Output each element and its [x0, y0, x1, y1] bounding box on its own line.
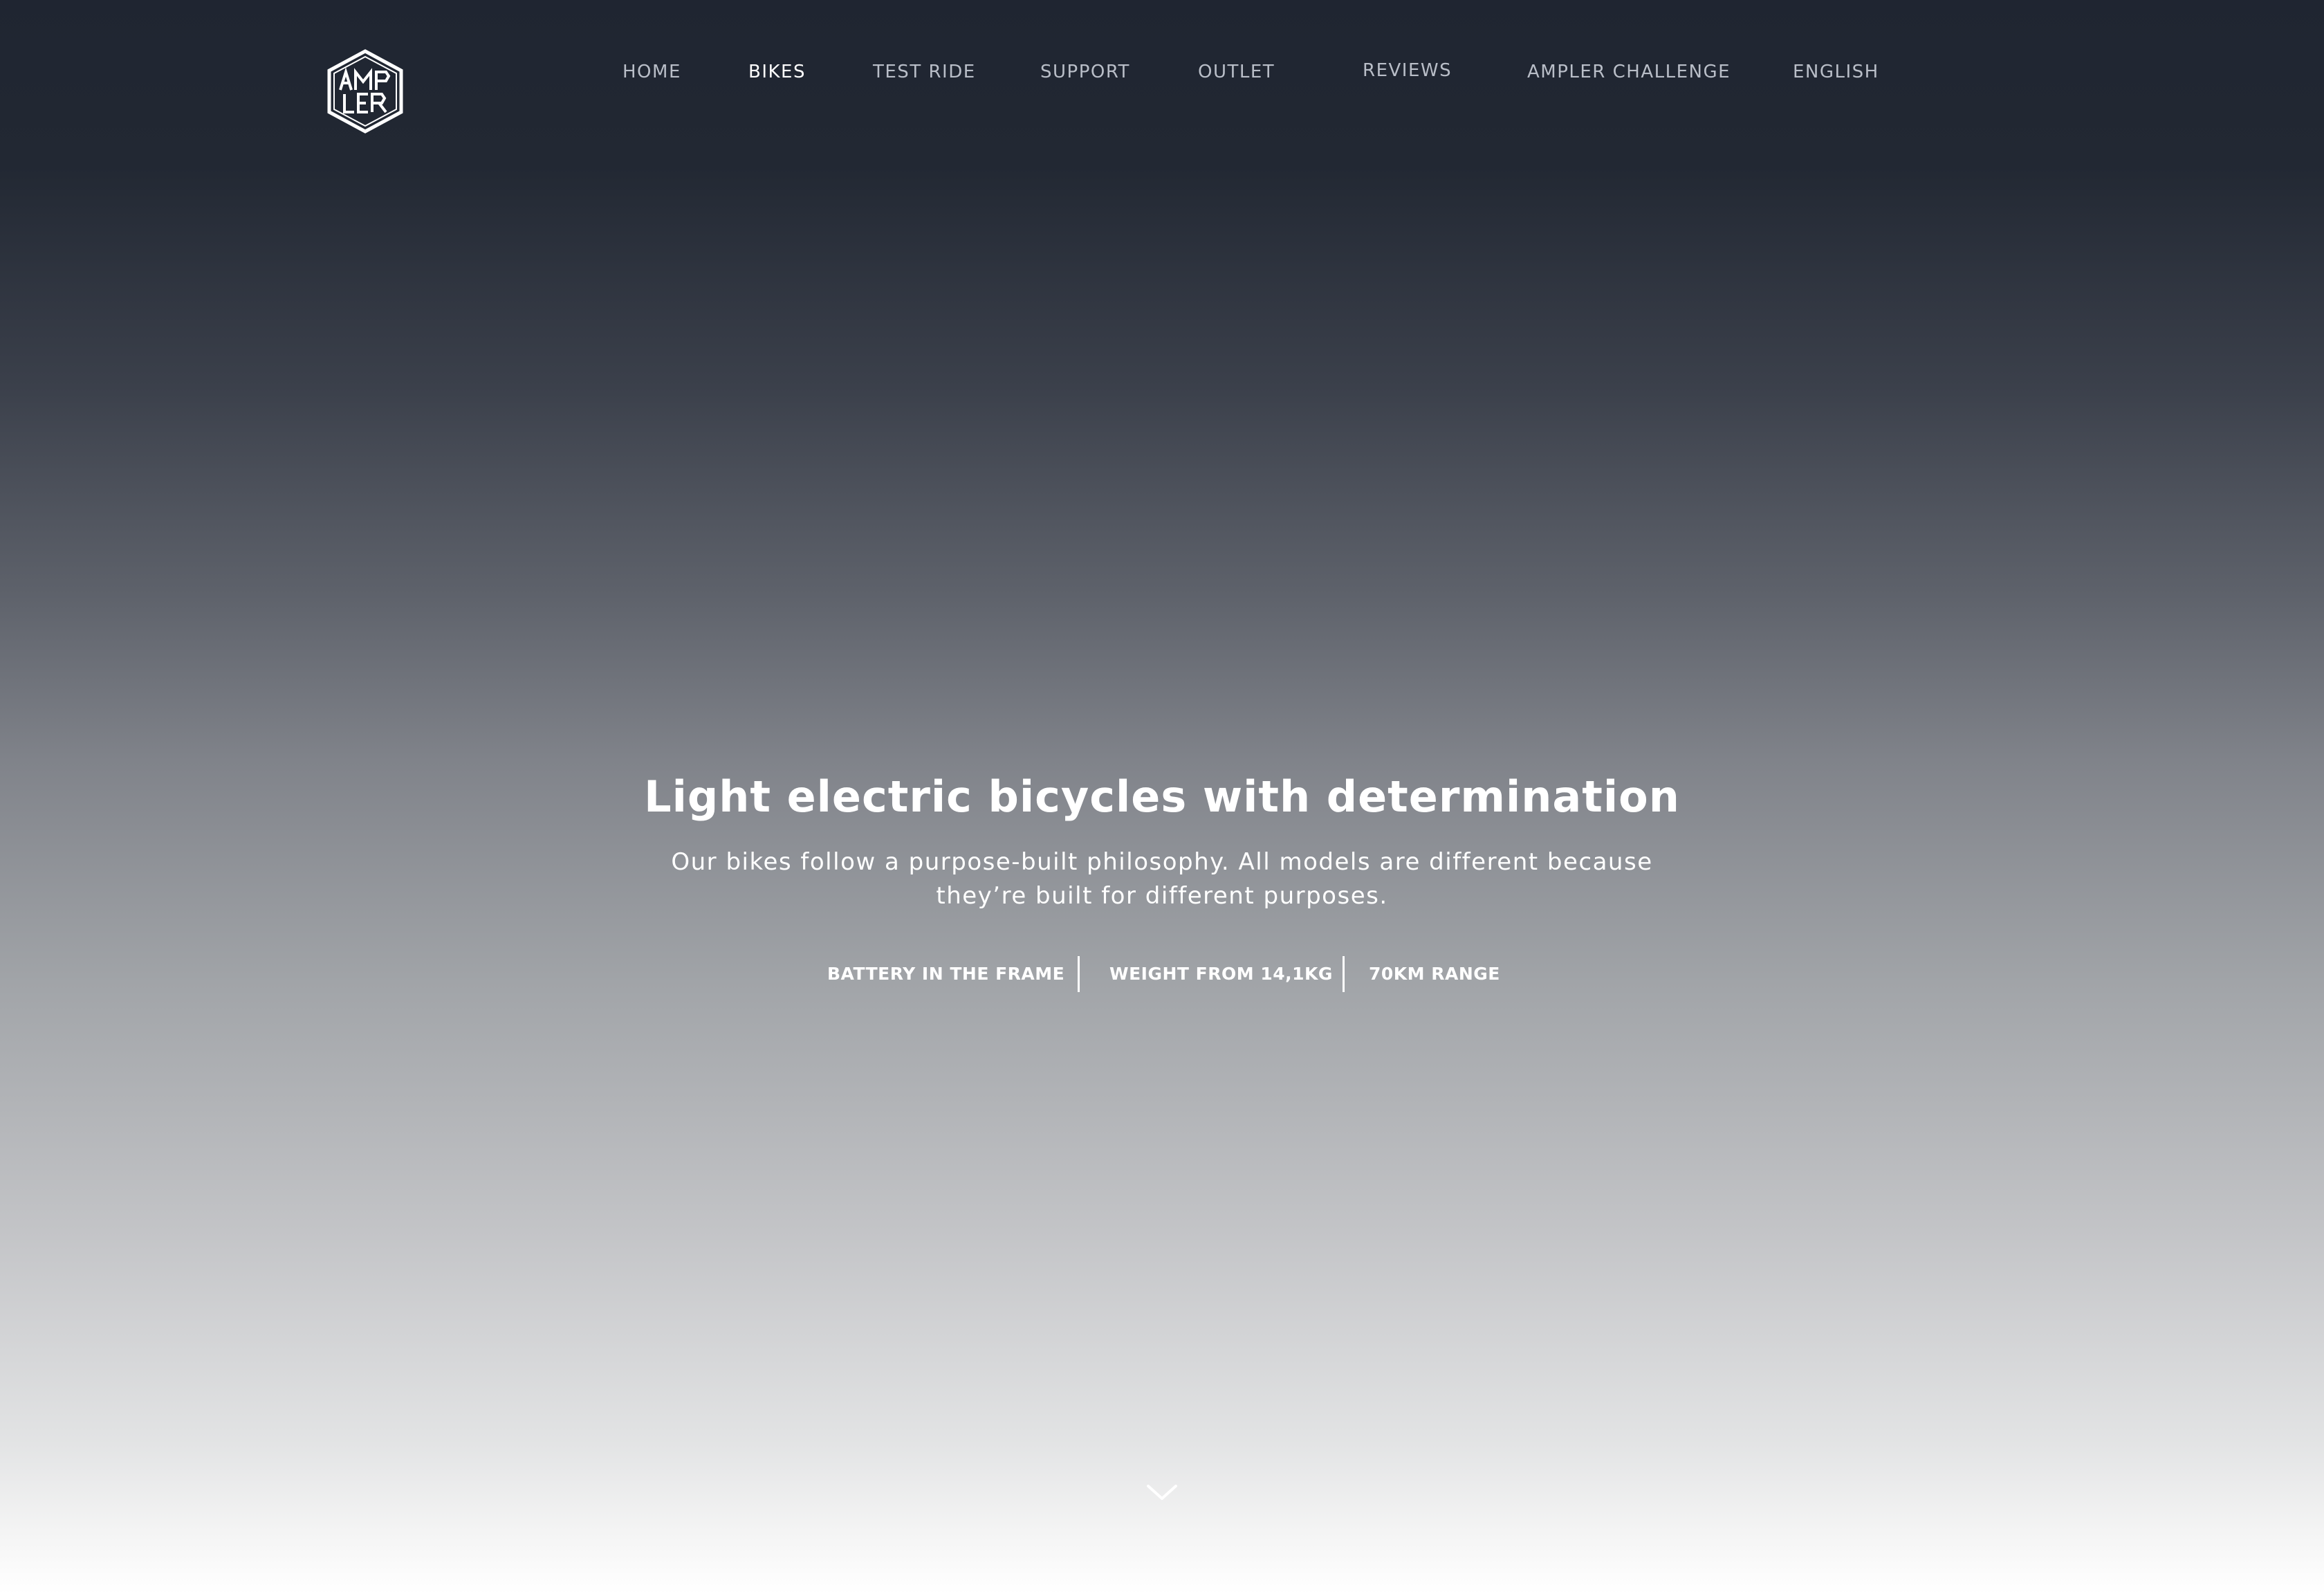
chevron-down-icon [1147, 1485, 1177, 1500]
feature-divider [1078, 956, 1080, 992]
feature-battery: BATTERY IN THE FRAME [827, 964, 1065, 984]
nav-item-outlet[interactable]: OUTLET [1198, 59, 1275, 84]
nav-item-bikes[interactable]: BIKES [748, 59, 806, 84]
hero-subtitle: Our bikes follow a purpose-built philoso… [671, 845, 1653, 913]
hero-section: Light electric bicycles with determinati… [0, 768, 2324, 913]
feature-weight: WEIGHT FROM 14,1KG [1109, 964, 1333, 984]
language-selector[interactable]: ENGLISH [1793, 59, 1879, 84]
scroll-down-button[interactable] [1144, 1481, 1180, 1504]
main-navigation: HOME BIKES TEST RIDE SUPPORT OUTLET REVI… [0, 59, 2324, 87]
feature-list: BATTERY IN THE FRAME WEIGHT FROM 14,1KG … [0, 956, 2324, 992]
hero-title: Light electric bicycles with determinati… [644, 771, 1680, 822]
nav-item-ampler-challenge[interactable]: AMPLER CHALLENGE [1527, 59, 1731, 84]
hero-subtitle-line-2: they’re built for different purposes. [936, 882, 1388, 910]
hero-subtitle-line-1: Our bikes follow a purpose-built philoso… [671, 848, 1653, 876]
nav-item-home[interactable]: HOME [622, 59, 681, 84]
nav-item-support[interactable]: SUPPORT [1040, 59, 1130, 84]
feature-range: 70KM RANGE [1369, 964, 1500, 984]
nav-item-reviews[interactable]: REVIEWS [1363, 58, 1452, 83]
nav-item-test-ride[interactable]: TEST RIDE [873, 59, 976, 84]
feature-divider [1343, 956, 1345, 992]
